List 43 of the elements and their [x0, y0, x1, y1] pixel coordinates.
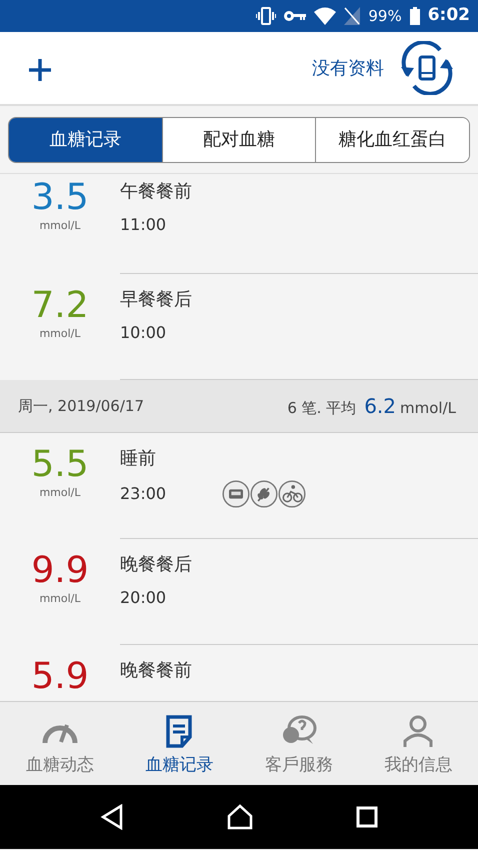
- glucose-value: 5.9: [31, 657, 89, 697]
- date-heading: 周一, 2019/06/17: [18, 396, 144, 417]
- glucose-value: 7.2: [31, 286, 89, 326]
- unit-label: mmol/L: [38, 484, 82, 501]
- unit-label: mmol/L: [400, 398, 456, 419]
- glucose-value: 5.5: [31, 445, 89, 485]
- clock: 6:02: [428, 4, 470, 28]
- glucose-value: 9.9: [31, 551, 89, 591]
- time-label: 23:00: [120, 483, 166, 505]
- battery-percent: 99%: [368, 6, 402, 27]
- nav-tab[interactable]: 客戶服務: [239, 702, 358, 785]
- time-label: 20:00: [120, 587, 166, 609]
- unit-label: mmol/L: [38, 326, 82, 342]
- wifi-icon: [314, 7, 336, 25]
- nav-tab[interactable]: 我的信息: [358, 702, 478, 785]
- meal-label: 晚餐餐后: [120, 553, 192, 577]
- nav-tab[interactable]: 血糖动态: [0, 702, 120, 785]
- tab[interactable]: 血糖记录: [9, 118, 162, 162]
- bicycle-icon: [278, 480, 306, 508]
- vibrate-icon: [256, 7, 276, 25]
- tab[interactable]: 配对血糖: [162, 118, 316, 162]
- sync-status: 没有资料: [312, 56, 384, 80]
- no-signal-icon: [344, 7, 360, 25]
- average-value: 6.2: [364, 393, 396, 420]
- battery-icon: [410, 7, 420, 25]
- recents-icon[interactable]: [356, 806, 378, 828]
- glucose-value: 3.5: [31, 178, 89, 218]
- meal-label: 晚餐餐前: [120, 659, 192, 683]
- tab[interactable]: 糖化血红蛋白: [315, 118, 469, 162]
- back-icon[interactable]: [100, 804, 124, 830]
- key-icon: [284, 10, 306, 22]
- meal-label: 午餐餐前: [120, 180, 192, 204]
- home-icon[interactable]: [226, 804, 253, 830]
- nav-tab[interactable]: 血糖记录: [120, 702, 239, 785]
- time-label: 10:00: [120, 322, 166, 344]
- meal-label: 早餐餐后: [120, 288, 192, 312]
- time-label: 11:00: [120, 214, 166, 236]
- entry-count: 6 笔. 平均: [287, 398, 356, 419]
- meal-label: 睡前: [120, 447, 156, 471]
- unit-label: mmol/L: [38, 218, 82, 234]
- meter-icon: [222, 480, 250, 508]
- unit-label: mmol/L: [38, 590, 82, 607]
- sync-icon[interactable]: [400, 41, 454, 95]
